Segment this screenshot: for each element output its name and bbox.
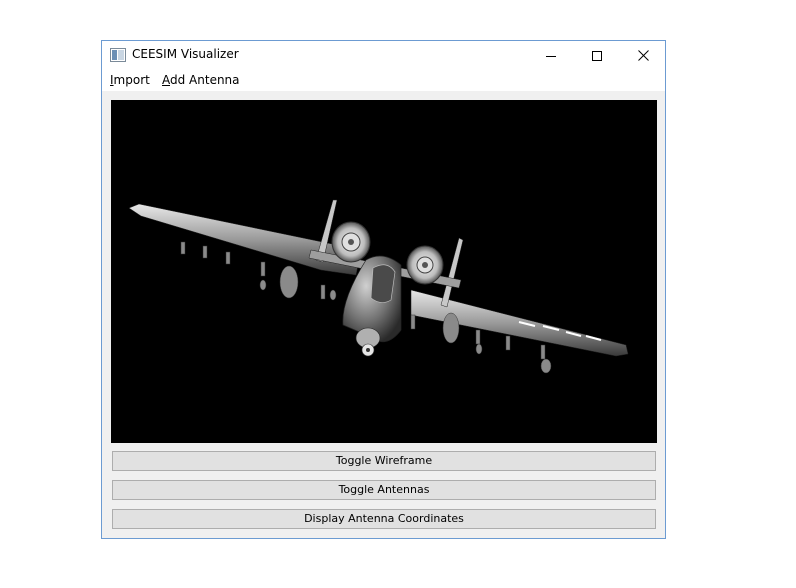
display-antenna-coordinates-button[interactable]: Display Antenna Coordinates	[112, 509, 656, 529]
menu-add-antenna[interactable]: Add Antenna	[162, 73, 240, 87]
toggle-wireframe-button[interactable]: Toggle Wireframe	[112, 451, 656, 471]
3d-viewport[interactable]	[111, 100, 657, 443]
app-icon	[110, 48, 126, 62]
aircraft-model	[128, 199, 629, 374]
close-icon	[637, 50, 649, 61]
close-button[interactable]	[620, 41, 666, 70]
window-title: CEESIM Visualizer	[132, 47, 239, 61]
menu-add-antenna-label: dd Antenna	[170, 73, 240, 87]
menu-add-antenna-mnemonic: A	[162, 73, 170, 87]
minimize-button[interactable]	[528, 41, 574, 70]
menu-import-label: mport	[113, 73, 150, 87]
app-window: CEESIM Visualizer Import Add Antenna Tog…	[101, 40, 666, 539]
minimize-icon	[546, 55, 556, 57]
title-bar[interactable]: CEESIM Visualizer	[102, 41, 665, 70]
menu-import[interactable]: Import	[110, 73, 150, 87]
maximize-icon	[592, 50, 602, 61]
maximize-button[interactable]	[574, 41, 620, 70]
menu-bar: Import Add Antenna	[102, 70, 665, 91]
toggle-antennas-button[interactable]: Toggle Antennas	[112, 480, 656, 500]
